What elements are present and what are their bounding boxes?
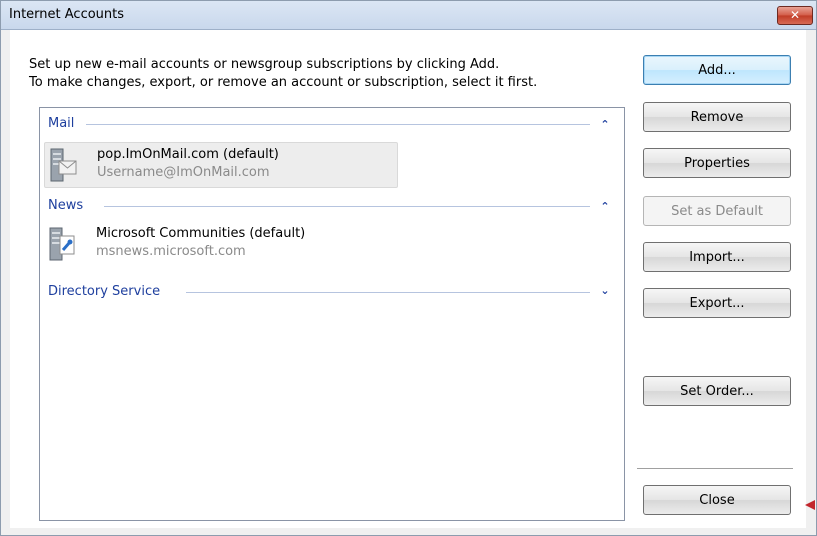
set-as-default-button[interactable]: Set as Default <box>643 196 791 226</box>
account-detail: msnews.microsoft.com <box>96 244 246 259</box>
account-detail: Username@ImOnMail.com <box>97 165 270 180</box>
title-bar[interactable]: Internet Accounts ✕ <box>1 1 816 30</box>
account-name: Microsoft Communities (default) <box>96 226 306 241</box>
chevron-up-icon[interactable]: ⌃ <box>600 119 610 130</box>
group-header-directory-service[interactable]: Directory Service <box>48 284 160 302</box>
account-item-mail[interactable]: pop.ImOnMail.com (default) Username@ImOn… <box>44 142 398 188</box>
pointer-arrow-icon <box>805 500 815 510</box>
group-header-news[interactable]: News <box>48 198 83 216</box>
window-title: Internet Accounts <box>9 7 125 22</box>
import-button[interactable]: Import... <box>643 242 791 272</box>
set-order-button[interactable]: Set Order... <box>643 376 791 406</box>
window-close-button[interactable]: ✕ <box>777 6 813 25</box>
chevron-down-icon[interactable]: ⌄ <box>600 285 610 296</box>
add-button[interactable]: Add... <box>643 55 791 85</box>
group-divider-news <box>104 206 590 207</box>
news-server-icon <box>49 227 75 261</box>
export-button[interactable]: Export... <box>643 288 791 318</box>
properties-button[interactable]: Properties <box>643 148 791 178</box>
internet-accounts-window: Internet Accounts ✕ Set up new e-mail ac… <box>0 0 817 536</box>
close-button[interactable]: Close <box>643 485 791 515</box>
chevron-up-icon[interactable]: ⌃ <box>600 201 610 212</box>
account-name: pop.ImOnMail.com (default) <box>97 147 279 162</box>
instructions: Set up new e-mail accounts or newsgroup … <box>29 56 537 92</box>
close-icon: ✕ <box>789 8 801 22</box>
remove-button[interactable]: Remove <box>643 102 791 132</box>
mail-server-icon <box>50 148 77 182</box>
instructions-line-2: To make changes, export, or remove an ac… <box>29 75 538 90</box>
button-separator <box>637 468 793 469</box>
accounts-list[interactable]: Mail ⌃ pop.ImOnMail.com (default) Userna… <box>39 107 625 521</box>
instructions-line-1: Set up new e-mail accounts or newsgroup … <box>29 57 500 72</box>
group-divider-mail <box>86 124 590 125</box>
group-divider-directory-service <box>186 292 590 293</box>
account-item-news[interactable]: Microsoft Communities (default) msnews.m… <box>44 222 396 266</box>
group-header-mail[interactable]: Mail <box>48 116 74 134</box>
